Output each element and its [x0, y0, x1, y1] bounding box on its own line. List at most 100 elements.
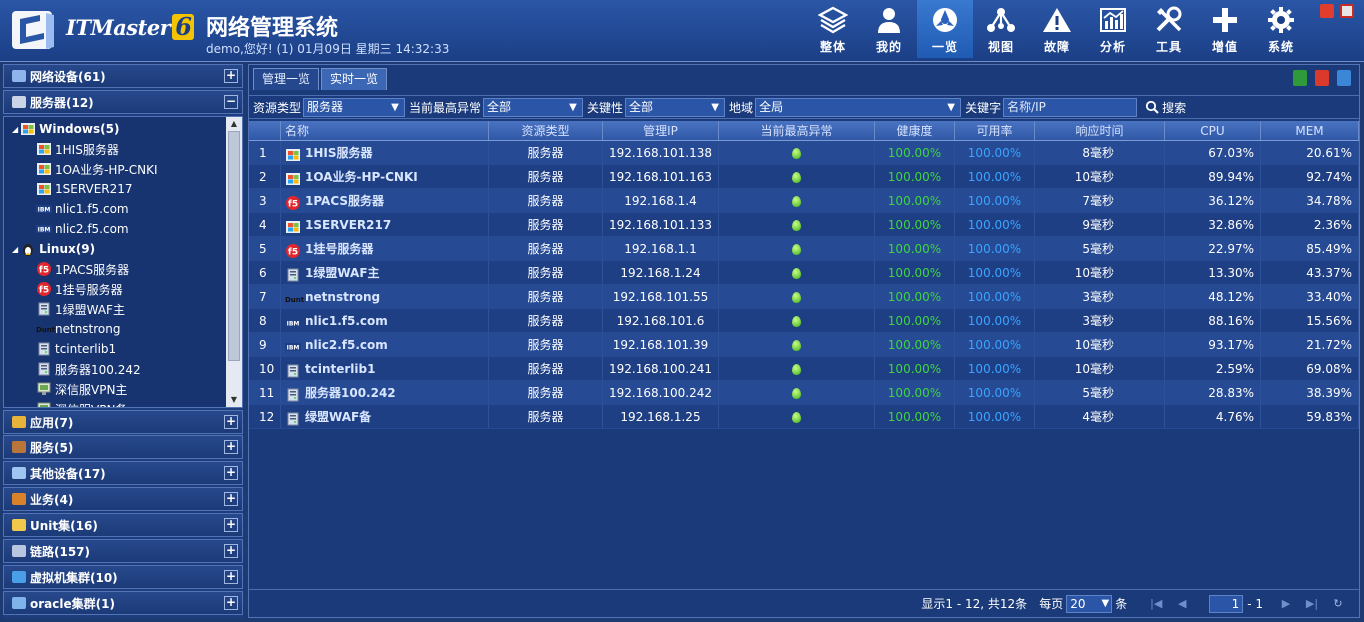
tree-node[interactable]: 深信服VPN主 [36, 379, 127, 399]
table-row[interactable]: 7 Dunt netnstrong 服务器 192.168.101.55 100.00% 1… [249, 285, 1359, 309]
table-row[interactable]: 6 1绿盟WAF主 服务器 192.168.1.24 100.00% 100.00% 10毫… [249, 261, 1359, 285]
criticality-select[interactable]: 全部 ▼ [625, 97, 726, 117]
excel-export-icon[interactable] [1293, 70, 1307, 86]
table-row[interactable]: 9 IBM nlic2.f5.com 服务器 192.168.101.39 100.00%… [249, 333, 1359, 357]
column-header[interactable]: 管理IP [603, 121, 719, 140]
tree-node[interactable]: Dunt netnstrong [36, 319, 121, 339]
table-row[interactable]: 5 f5 1挂号服务器 服务器 192.168.1.1 100.00% 100.00% 5毫秒… [249, 237, 1359, 261]
sidebar-category-units[interactable]: Unit集(16) + [3, 513, 243, 537]
next-page-icon[interactable]: ▶ [1279, 597, 1293, 611]
tree-node[interactable]: 1SERVER217 [36, 179, 133, 199]
expand-icon[interactable]: + [224, 544, 238, 558]
refresh-icon[interactable]: ↻ [1331, 597, 1345, 611]
sidebar-category-apps[interactable]: 应用(7) + [3, 410, 243, 434]
tree-node[interactable]: 1HIS服务器 [36, 139, 119, 159]
pdf-export-icon[interactable] [1315, 70, 1329, 86]
region-select[interactable]: 全局 ▼ [755, 97, 962, 117]
resource-name[interactable]: 1SERVER217 [305, 213, 391, 236]
tree-node[interactable]: IBM nlic2.f5.com [36, 219, 129, 239]
column-header[interactable]: CPU [1165, 121, 1261, 140]
tree-node[interactable]: 服务器100.242 [36, 359, 141, 379]
resource-name-cell[interactable]: 1绿盟WAF主 [281, 261, 489, 284]
table-row[interactable]: 2 1OA业务-HP-CNKI 服务器 192.168.101.163 100.00% 1… [249, 165, 1359, 189]
nav-overall[interactable]: 整体 [805, 0, 861, 58]
resource-type-select[interactable]: 服务器 ▼ [303, 97, 406, 117]
sidebar-category-other-devices[interactable]: 其他设备(17) + [3, 461, 243, 485]
nav-tools[interactable]: 工具 [1141, 0, 1197, 58]
resource-name[interactable]: 1OA业务-HP-CNKI [305, 165, 418, 188]
tree-node[interactable]: IBM nlic1.f5.com [36, 199, 129, 219]
abnormal-select[interactable]: 全部 ▼ [483, 97, 584, 117]
sidebar-category-vm-clusters[interactable]: 虚拟机集群(10) + [3, 565, 243, 589]
column-header[interactable]: MEM [1261, 121, 1359, 140]
nav-analysis[interactable]: 分析 [1085, 0, 1141, 58]
resource-name-cell[interactable]: Dunt netnstrong [281, 285, 489, 308]
column-header[interactable]: 名称 [281, 121, 489, 140]
nav-system[interactable]: 系统 [1253, 0, 1309, 58]
nav-overview[interactable]: 一览 [917, 0, 973, 58]
scroll-down-icon[interactable]: ▼ [229, 395, 239, 405]
sidebar-category-servers[interactable]: 服务器(12) − [3, 90, 243, 114]
resource-name-cell[interactable]: 绿盟WAF备 [281, 405, 489, 428]
column-header[interactable]: 当前最高异常 [719, 121, 875, 140]
resource-name[interactable]: 1PACS服务器 [305, 189, 384, 212]
expand-icon[interactable]: + [224, 596, 238, 610]
resource-name-cell[interactable]: IBM nlic2.f5.com [281, 333, 489, 356]
table-row[interactable]: 4 1SERVER217 服务器 192.168.101.133 100.00% 100.… [249, 213, 1359, 237]
resource-name-cell[interactable]: IBM nlic1.f5.com [281, 309, 489, 332]
resource-name[interactable]: nlic1.f5.com [305, 309, 388, 332]
tree-expand-icon[interactable]: ◢ [12, 245, 18, 254]
resource-name[interactable]: 1HIS服务器 [305, 141, 373, 164]
resource-name-cell[interactable]: f5 1挂号服务器 [281, 237, 489, 260]
sidebar-category-oracle[interactable]: oracle集群(1) + [3, 591, 243, 615]
nav-fault[interactable]: 故障 [1029, 0, 1085, 58]
expand-icon[interactable]: + [224, 440, 238, 454]
word-export-icon[interactable] [1337, 70, 1351, 86]
resource-name[interactable]: nlic2.f5.com [305, 333, 388, 356]
tree-node[interactable]: 1OA业务-HP-CNKI [36, 159, 158, 179]
scroll-thumb[interactable] [228, 131, 240, 361]
resource-name[interactable]: tcinterlib1 [305, 357, 375, 380]
logout-icon[interactable] [1340, 4, 1354, 18]
table-row[interactable]: 12 绿盟WAF备 服务器 192.168.1.25 100.00% 100.00% 4毫秒… [249, 405, 1359, 429]
nav-value-added[interactable]: 增值 [1197, 0, 1253, 58]
tree-node[interactable]: 深信服VPN备 [36, 399, 127, 407]
column-header[interactable]: 响应时间 [1035, 121, 1165, 140]
resource-name-cell[interactable]: 1HIS服务器 [281, 141, 489, 164]
expand-icon[interactable]: + [224, 69, 238, 83]
table-row[interactable]: 8 IBM nlic1.f5.com 服务器 192.168.101.6 100.00% 1… [249, 309, 1359, 333]
per-page-select[interactable]: 20 ▼ [1066, 594, 1113, 613]
table-row[interactable]: 1 1HIS服务器 服务器 192.168.101.138 100.00% 100.00%… [249, 141, 1359, 165]
resource-name-cell[interactable]: 服务器100.242 [281, 381, 489, 404]
resource-name-cell[interactable]: 1OA业务-HP-CNKI [281, 165, 489, 188]
resource-name[interactable]: 服务器100.242 [305, 381, 396, 404]
collapse-icon[interactable]: − [224, 95, 238, 109]
resource-name-cell[interactable]: tcinterlib1 [281, 357, 489, 380]
resource-name[interactable]: 1绿盟WAF主 [305, 261, 380, 284]
column-header[interactable]: 健康度 [875, 121, 955, 140]
expand-icon[interactable]: + [224, 466, 238, 480]
column-header[interactable]: 可用率 [955, 121, 1035, 140]
close-icon[interactable] [1320, 4, 1334, 18]
expand-icon[interactable]: + [224, 518, 238, 532]
tree-scrollbar[interactable]: ▲ ▼ [226, 117, 242, 407]
tab-manage-overview[interactable]: 管理一览 [253, 68, 320, 90]
table-row[interactable]: 10 tcinterlib1 服务器 192.168.100.241 100.00% 10… [249, 357, 1359, 381]
table-row[interactable]: 11 服务器100.242 服务器 192.168.100.242 100.00% 100… [249, 381, 1359, 405]
column-header[interactable] [249, 121, 281, 140]
expand-icon[interactable]: + [224, 492, 238, 506]
nav-view[interactable]: 视图 [973, 0, 1029, 58]
sidebar-category-network[interactable]: 网络设备(61) + [3, 64, 243, 88]
column-header[interactable]: 资源类型 [489, 121, 603, 140]
tree-node[interactable]: f5 1PACS服务器 [36, 259, 129, 279]
resource-name-cell[interactable]: 1SERVER217 [281, 213, 489, 236]
resource-name-cell[interactable]: f5 1PACS服务器 [281, 189, 489, 212]
tree-node[interactable]: 1绿盟WAF主 [36, 299, 125, 319]
tab-realtime-overview[interactable]: 实时一览 [321, 68, 388, 90]
tree-node[interactable]: tcinterlib1 [36, 339, 116, 359]
expand-icon[interactable]: + [224, 415, 238, 429]
tree-group[interactable]: ◢ Linux(9) [12, 239, 95, 259]
tree-group[interactable]: ◢ Windows(5) [12, 119, 119, 139]
resource-name[interactable]: 1挂号服务器 [305, 237, 373, 260]
table-row[interactable]: 3 f5 1PACS服务器 服务器 192.168.1.4 100.00% 100.00% 7… [249, 189, 1359, 213]
